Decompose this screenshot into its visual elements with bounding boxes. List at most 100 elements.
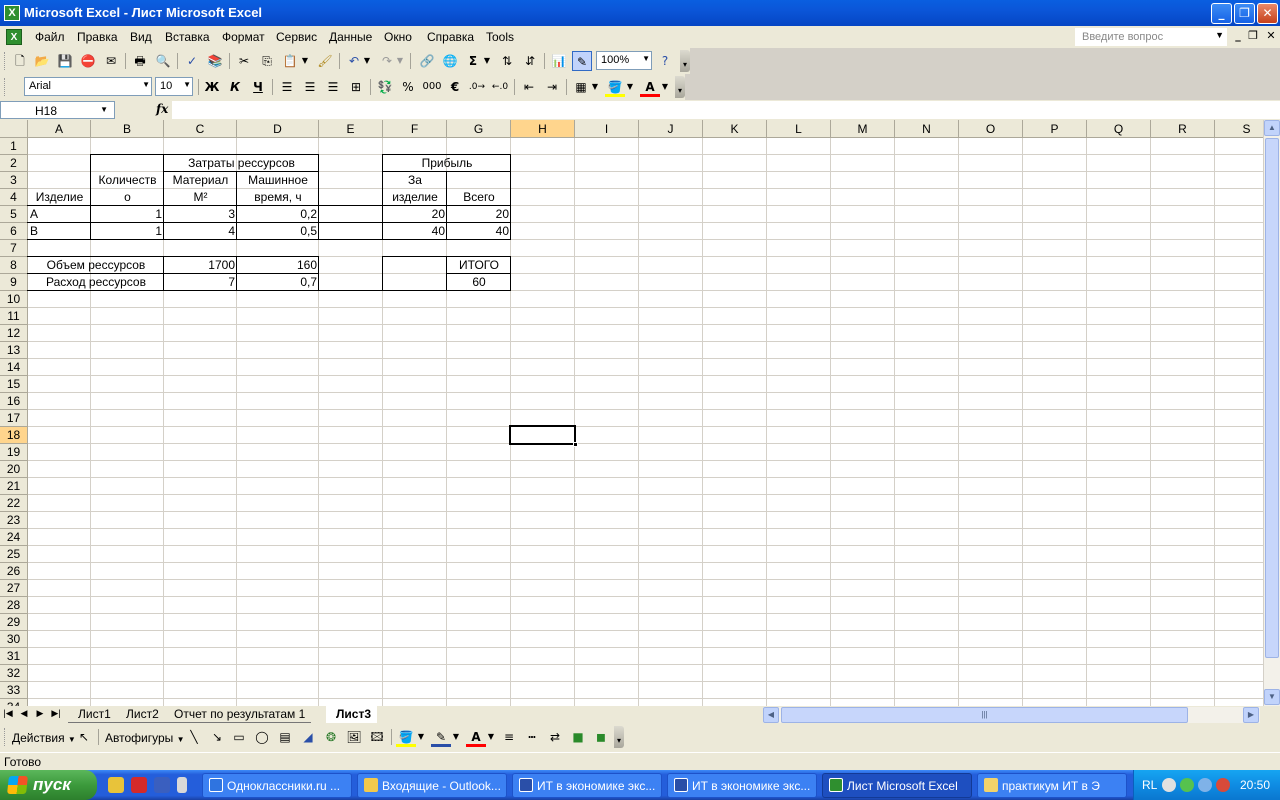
draw-fill-color-icon[interactable]: 🪣 xyxy=(396,727,416,747)
textbox-icon[interactable]: ▤ xyxy=(275,727,295,747)
save-icon[interactable]: 💾 xyxy=(55,51,75,71)
scroll-up-icon[interactable]: ▲ xyxy=(1264,120,1280,136)
decrease-decimal-icon[interactable]: ←.0 xyxy=(490,77,510,97)
workbook-minimize-button[interactable]: _ xyxy=(1231,29,1245,43)
redo-icon[interactable]: ↷ xyxy=(377,51,397,71)
column-header[interactable]: F xyxy=(383,120,447,138)
row-header[interactable]: 9 xyxy=(0,274,28,291)
font-color-icon[interactable]: A xyxy=(640,77,660,97)
row-header[interactable]: 6 xyxy=(0,223,28,240)
row-header[interactable]: 27 xyxy=(0,580,28,597)
research-icon[interactable]: 📚 xyxy=(205,51,225,71)
row-header[interactable]: 11 xyxy=(0,308,28,325)
toolbar-grip[interactable] xyxy=(4,78,7,96)
taskbar-button-excel[interactable]: Лист Microsoft Excel xyxy=(822,773,972,798)
name-box-dropdown-icon[interactable]: ▼ xyxy=(100,105,108,114)
cell-c6[interactable]: 4 xyxy=(164,223,237,240)
cell-d6[interactable]: 0,5 xyxy=(237,223,319,240)
align-center-icon[interactable]: ☰ xyxy=(300,77,320,97)
cell-b5[interactable]: 1 xyxy=(91,206,164,223)
row-header[interactable]: 3 xyxy=(0,172,28,189)
fill-color-dropdown-icon[interactable]: ▼ xyxy=(625,77,635,97)
draw-fill-dropdown-icon[interactable]: ▼ xyxy=(416,727,426,747)
next-sheet-icon[interactable]: ▶ xyxy=(34,708,46,719)
menu-tools-addin[interactable]: Tools xyxy=(486,30,514,44)
shadow-style-icon[interactable]: ■ xyxy=(568,727,588,747)
draw-font-color-icon[interactable]: A xyxy=(466,727,486,747)
row-header[interactable]: 13 xyxy=(0,342,28,359)
row-header[interactable]: 21 xyxy=(0,478,28,495)
align-left-icon[interactable]: ☰ xyxy=(277,77,297,97)
chart-wizard-icon[interactable]: 📊 xyxy=(549,51,569,71)
fill-color-icon[interactable]: 🪣 xyxy=(605,77,625,97)
row-header[interactable]: 26 xyxy=(0,563,28,580)
toolbar-options-icon[interactable]: ▾ xyxy=(680,50,690,72)
cell-f6[interactable]: 40 xyxy=(383,223,447,240)
row-header[interactable]: 14 xyxy=(0,359,28,376)
cut-icon[interactable]: ✂ xyxy=(234,51,254,71)
row-header[interactable]: 1 xyxy=(0,138,28,155)
row-header[interactable]: 20 xyxy=(0,461,28,478)
row-header[interactable]: 8 xyxy=(0,257,28,274)
quicklaunch-winamp-icon[interactable] xyxy=(108,777,124,793)
row-header[interactable]: 12 xyxy=(0,325,28,342)
cell-b4[interactable]: о xyxy=(91,189,164,206)
language-indicator[interactable]: RL xyxy=(1142,778,1157,792)
sort-descending-icon[interactable]: ⇵ xyxy=(520,51,540,71)
column-header[interactable]: H xyxy=(511,120,575,138)
quicklaunch-opera-icon[interactable] xyxy=(131,777,147,793)
column-header[interactable]: Q xyxy=(1087,120,1151,138)
sort-ascending-icon[interactable]: ⇅ xyxy=(497,51,517,71)
cell-c8[interactable]: 1700 xyxy=(164,257,237,274)
prev-sheet-icon[interactable]: ◀ xyxy=(18,708,30,719)
print-preview-icon[interactable]: 🔍 xyxy=(153,51,173,71)
excel-app-icon[interactable]: X xyxy=(4,5,20,21)
hyperlink-icon[interactable]: 🔗 xyxy=(417,51,437,71)
decrease-indent-icon[interactable]: ⇤ xyxy=(519,77,539,97)
column-header[interactable]: J xyxy=(639,120,703,138)
cell-d3[interactable]: Машинное xyxy=(237,172,319,189)
close-button[interactable]: ✕ xyxy=(1257,3,1278,24)
comma-style-button[interactable]: 000 xyxy=(420,77,444,97)
paste-icon[interactable]: 📋 xyxy=(280,51,300,71)
row-header[interactable]: 5 xyxy=(0,206,28,223)
cell-f3[interactable]: За xyxy=(383,172,447,189)
cell-f5[interactable]: 20 xyxy=(383,206,447,223)
menu-format[interactable]: Формат xyxy=(222,30,265,44)
select-all-corner[interactable] xyxy=(0,120,28,138)
print-icon[interactable]: 🖶 xyxy=(130,51,150,71)
row-header[interactable]: 30 xyxy=(0,631,28,648)
cell-a9[interactable]: Расход рессурсов xyxy=(28,274,164,291)
toolbar-options-icon[interactable]: ▾ xyxy=(675,76,685,98)
column-header[interactable]: C xyxy=(164,120,237,138)
taskbar-button-word-2[interactable]: ИТ в экономике экс... xyxy=(667,773,817,798)
sheet-tab-report[interactable]: Отчет по результатам 1 xyxy=(164,706,312,723)
row-header[interactable]: 16 xyxy=(0,393,28,410)
diagram-icon[interactable]: ❂ xyxy=(321,727,341,747)
font-color-dropdown-icon[interactable]: ▼ xyxy=(660,77,670,97)
borders-icon[interactable]: ▦ xyxy=(571,77,591,97)
row-header[interactable]: 10 xyxy=(0,291,28,308)
row-header[interactable]: 33 xyxy=(0,682,28,699)
italic-button[interactable]: К xyxy=(225,77,245,97)
cell-b6[interactable]: 1 xyxy=(91,223,164,240)
row-header[interactable]: 24 xyxy=(0,529,28,546)
active-cell-cursor[interactable] xyxy=(509,425,576,445)
column-header[interactable]: N xyxy=(895,120,959,138)
increase-indent-icon[interactable]: ⇥ xyxy=(542,77,562,97)
spelling-icon[interactable]: ✓ xyxy=(182,51,202,71)
horizontal-scroll-thumb[interactable]: ||| xyxy=(781,707,1188,723)
font-size-select[interactable]: 10 ▼ xyxy=(155,77,193,96)
column-header[interactable]: I xyxy=(575,120,639,138)
increase-decimal-icon[interactable]: .0→ xyxy=(467,77,487,97)
first-sheet-icon[interactable]: |◀ xyxy=(2,708,14,719)
rectangle-icon[interactable]: ▭ xyxy=(229,727,249,747)
open-icon[interactable]: 📂 xyxy=(32,51,52,71)
quicklaunch-save-icon[interactable] xyxy=(154,777,170,793)
cell-a4[interactable]: Изделие xyxy=(28,189,91,206)
undo-icon[interactable]: ↶ xyxy=(344,51,364,71)
column-header[interactable]: P xyxy=(1023,120,1087,138)
column-header[interactable]: S xyxy=(1215,120,1263,138)
taskbar-button-odnoklassniki[interactable]: Одноклассники.ru ... xyxy=(202,773,352,798)
web-icon[interactable]: 🌐 xyxy=(440,51,460,71)
